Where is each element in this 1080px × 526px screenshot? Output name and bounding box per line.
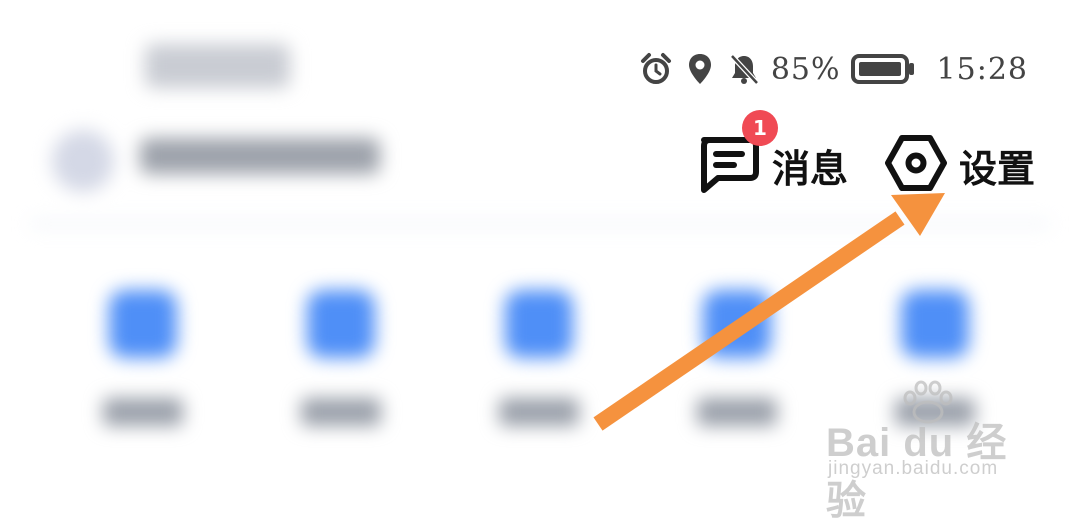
watermark: Bai du 经验 jingyan.baidu.com — [826, 380, 1026, 523]
watermark-url: jingyan.baidu.com — [828, 458, 999, 479]
